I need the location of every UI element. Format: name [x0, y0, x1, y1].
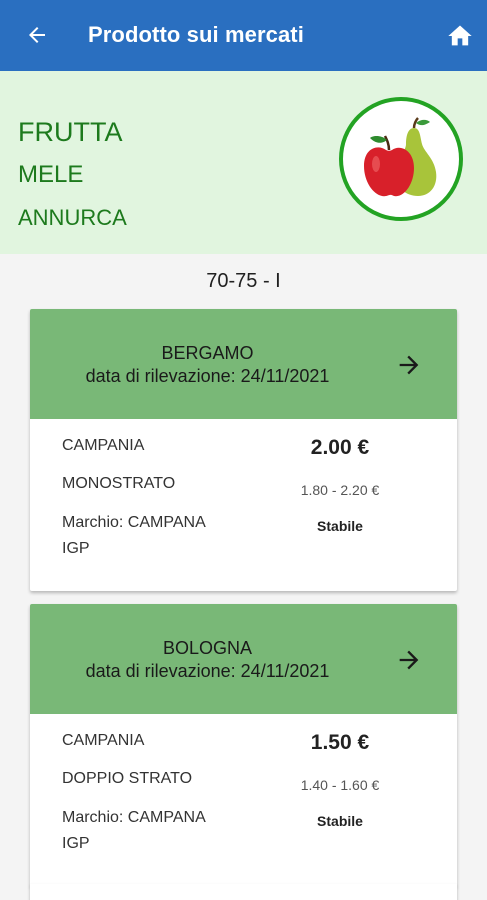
market-card-header[interactable]: BERGAMO data di rilevazione: 24/11/2021 [30, 309, 457, 419]
price-value: 1.50 € [310, 731, 370, 754]
price-range: 1.80 - 2.20 € [300, 482, 380, 498]
apple-pear-icon [364, 117, 437, 197]
market-card[interactable]: BOLOGNA data di rilevazione: 24/11/2021 … [30, 604, 457, 886]
app-bar: Prodotto sui mercati [0, 0, 487, 71]
back-button[interactable] [22, 20, 52, 50]
caliber-label: 70-75 - I [206, 270, 281, 292]
price-trend: Stabile [317, 813, 363, 829]
page-title: Prodotto sui mercati [88, 22, 304, 47]
brand-text: Marchio: CAMPANA [62, 809, 206, 826]
product-category: FRUTTA [18, 117, 123, 147]
product-type: MELE [18, 161, 84, 188]
origin-text: CAMPANIA [62, 437, 145, 454]
market-card-partial[interactable] [30, 884, 457, 900]
market-city: BOLOGNA [162, 638, 253, 658]
market-city: BERGAMO [161, 343, 254, 363]
market-card-header[interactable]: BOLOGNA data di rilevazione: 24/11/2021 [30, 604, 457, 714]
product-image [339, 97, 463, 221]
home-button[interactable] [444, 20, 476, 52]
origin-text: CAMPANIA [62, 732, 145, 749]
arrow-right-icon[interactable] [395, 646, 423, 674]
packaging-text: MONOSTRATO [62, 475, 176, 492]
product-header: FRUTTA MELE ANNURCA [0, 71, 487, 254]
arrow-left-icon [29, 27, 45, 43]
price-range: 1.40 - 1.60 € [300, 777, 380, 793]
brand-text-continued: IGP [62, 540, 90, 557]
market-card-body: CAMPANIA DOPPIO STRATO Marchio: CAMPANA … [30, 714, 457, 886]
price-value: 2.00 € [310, 436, 370, 459]
market-card-body: CAMPANIA MONOSTRATO Marchio: CAMPANA IGP… [30, 419, 457, 591]
home-icon [448, 25, 472, 46]
packaging-text: DOPPIO STRATO [62, 770, 193, 787]
product-variety: ANNURCA [18, 205, 127, 230]
brand-text-continued: IGP [62, 835, 90, 852]
market-date: data di rilevazione: 24/11/2021 [85, 661, 330, 681]
arrow-right-icon[interactable] [395, 351, 423, 379]
market-date: data di rilevazione: 24/11/2021 [85, 366, 330, 386]
market-card[interactable]: BERGAMO data di rilevazione: 24/11/2021 … [30, 309, 457, 591]
brand-text: Marchio: CAMPANA [62, 514, 206, 531]
price-trend: Stabile [317, 518, 363, 534]
